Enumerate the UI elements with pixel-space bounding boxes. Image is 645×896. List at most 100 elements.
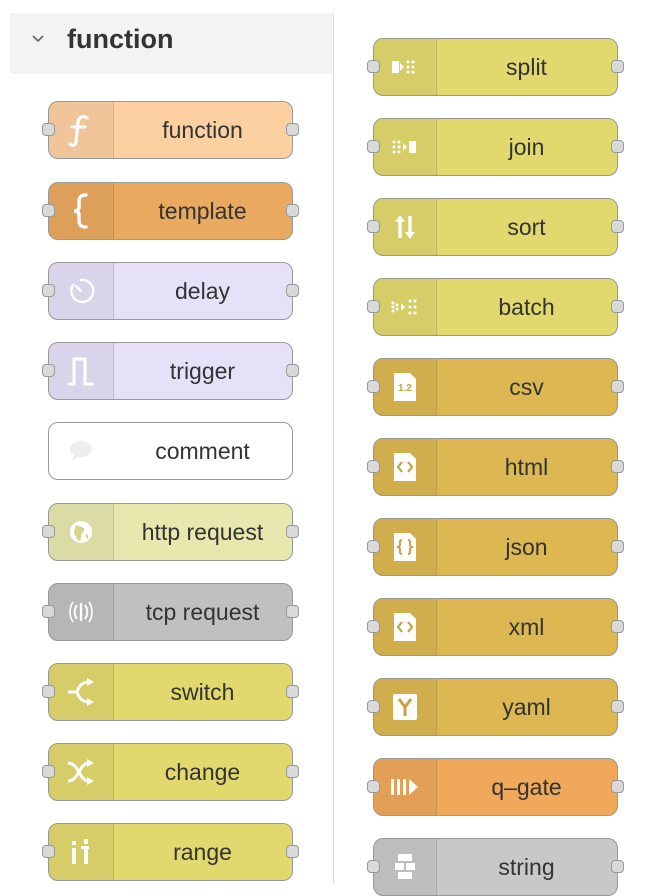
input-port[interactable] bbox=[42, 845, 55, 858]
input-port[interactable] bbox=[42, 685, 55, 698]
input-port[interactable] bbox=[42, 204, 55, 217]
input-port[interactable] bbox=[367, 860, 380, 873]
node-icon-area bbox=[49, 343, 114, 399]
category-title[interactable]: function bbox=[67, 21, 173, 57]
node-label: yaml bbox=[502, 693, 551, 720]
node-label: split bbox=[506, 53, 547, 80]
node-icon-area bbox=[374, 839, 437, 895]
html-icon bbox=[394, 453, 416, 481]
palette-node-template[interactable]: template bbox=[42, 182, 299, 240]
input-port[interactable] bbox=[42, 525, 55, 538]
node-label: xml bbox=[508, 613, 545, 640]
output-port[interactable] bbox=[286, 123, 299, 136]
output-port[interactable] bbox=[286, 525, 299, 538]
gate-icon bbox=[391, 779, 418, 795]
palette-node-html[interactable]: html bbox=[367, 438, 624, 496]
node-icon-area bbox=[374, 39, 437, 95]
node-icon-area bbox=[49, 504, 114, 560]
node-label: template bbox=[158, 197, 247, 224]
input-port[interactable] bbox=[367, 300, 380, 313]
output-port[interactable] bbox=[611, 220, 624, 233]
output-port[interactable] bbox=[611, 300, 624, 313]
output-port[interactable] bbox=[286, 284, 299, 297]
csv-icon-text: 1.2 bbox=[398, 383, 412, 394]
palette-node-tcp-request[interactable]: tcp request bbox=[42, 583, 299, 641]
input-port[interactable] bbox=[367, 780, 380, 793]
output-port[interactable] bbox=[611, 380, 624, 393]
palette-node-yaml[interactable]: yaml bbox=[367, 678, 624, 736]
shuffle-icon bbox=[67, 759, 94, 785]
node-icon-area bbox=[374, 679, 437, 735]
palette-node-sort[interactable]: sort bbox=[367, 198, 624, 256]
output-port[interactable] bbox=[611, 620, 624, 633]
palette-node-string[interactable]: string bbox=[367, 838, 624, 896]
join-icon bbox=[392, 140, 416, 154]
palette-node-csv[interactable]: 1.2 csv bbox=[367, 358, 624, 416]
palette-node-xml[interactable]: xml bbox=[367, 598, 624, 656]
input-port[interactable] bbox=[367, 460, 380, 473]
palette-node-comment[interactable]: comment bbox=[48, 422, 293, 480]
wireless-icon bbox=[69, 601, 93, 623]
output-port[interactable] bbox=[611, 780, 624, 793]
input-port[interactable] bbox=[367, 140, 380, 153]
output-port[interactable] bbox=[286, 364, 299, 377]
output-port[interactable] bbox=[611, 700, 624, 713]
node-label: string bbox=[498, 853, 555, 880]
output-port[interactable] bbox=[286, 845, 299, 858]
function-icon bbox=[68, 115, 89, 147]
output-port[interactable] bbox=[611, 140, 624, 153]
sort-icon bbox=[395, 215, 415, 239]
node-label: html bbox=[504, 453, 549, 480]
csv-icon: 1.2 bbox=[394, 373, 416, 401]
input-port[interactable] bbox=[42, 284, 55, 297]
input-port[interactable] bbox=[367, 380, 380, 393]
comment-icon bbox=[70, 441, 92, 461]
input-port[interactable] bbox=[42, 123, 55, 136]
template-icon bbox=[73, 193, 88, 229]
output-port[interactable] bbox=[286, 685, 299, 698]
node-label: http request bbox=[141, 518, 264, 545]
node-icon-area bbox=[374, 599, 437, 655]
output-port[interactable] bbox=[611, 540, 624, 553]
trigger-icon bbox=[68, 357, 94, 386]
output-port[interactable] bbox=[611, 860, 624, 873]
output-port[interactable] bbox=[611, 60, 624, 73]
palette-node-change[interactable]: change bbox=[42, 743, 299, 801]
palette-node-function[interactable]: function bbox=[42, 101, 299, 159]
palette-node-json[interactable]: json bbox=[367, 518, 624, 576]
node-icon-area bbox=[374, 759, 437, 815]
output-port[interactable] bbox=[286, 605, 299, 618]
xml-icon bbox=[394, 613, 416, 641]
node-icon-area bbox=[49, 423, 113, 479]
output-port[interactable] bbox=[286, 204, 299, 217]
split-icon bbox=[392, 60, 415, 74]
input-port[interactable] bbox=[42, 605, 55, 618]
node-label: csv bbox=[509, 373, 544, 400]
node-label: batch bbox=[498, 293, 555, 320]
node-icon-area bbox=[49, 824, 114, 880]
node-icon-area: 1.2 bbox=[374, 359, 437, 415]
input-port[interactable] bbox=[367, 700, 380, 713]
output-port[interactable] bbox=[286, 765, 299, 778]
chevron-down-icon[interactable] bbox=[30, 32, 46, 44]
palette-node-batch[interactable]: batch bbox=[367, 278, 624, 336]
input-port[interactable] bbox=[367, 220, 380, 233]
node-icon-area bbox=[49, 744, 114, 800]
palette-node-switch[interactable]: switch bbox=[42, 663, 299, 721]
palette-node-delay[interactable]: delay bbox=[42, 262, 299, 320]
input-port[interactable] bbox=[367, 60, 380, 73]
input-port[interactable] bbox=[367, 620, 380, 633]
palette-node-q-gate[interactable]: q–gate bbox=[367, 758, 624, 816]
palette-node-join[interactable]: join bbox=[367, 118, 624, 176]
node-label: q–gate bbox=[491, 773, 562, 800]
json-icon bbox=[394, 533, 416, 561]
node-icon-area bbox=[49, 664, 114, 720]
input-port[interactable] bbox=[42, 765, 55, 778]
palette-node-http-request[interactable]: http request bbox=[42, 503, 299, 561]
input-port[interactable] bbox=[367, 540, 380, 553]
input-port[interactable] bbox=[42, 364, 55, 377]
palette-node-split[interactable]: split bbox=[367, 38, 624, 96]
output-port[interactable] bbox=[611, 460, 624, 473]
palette-node-trigger[interactable]: trigger bbox=[42, 342, 299, 400]
palette-node-range[interactable]: range bbox=[42, 823, 299, 881]
